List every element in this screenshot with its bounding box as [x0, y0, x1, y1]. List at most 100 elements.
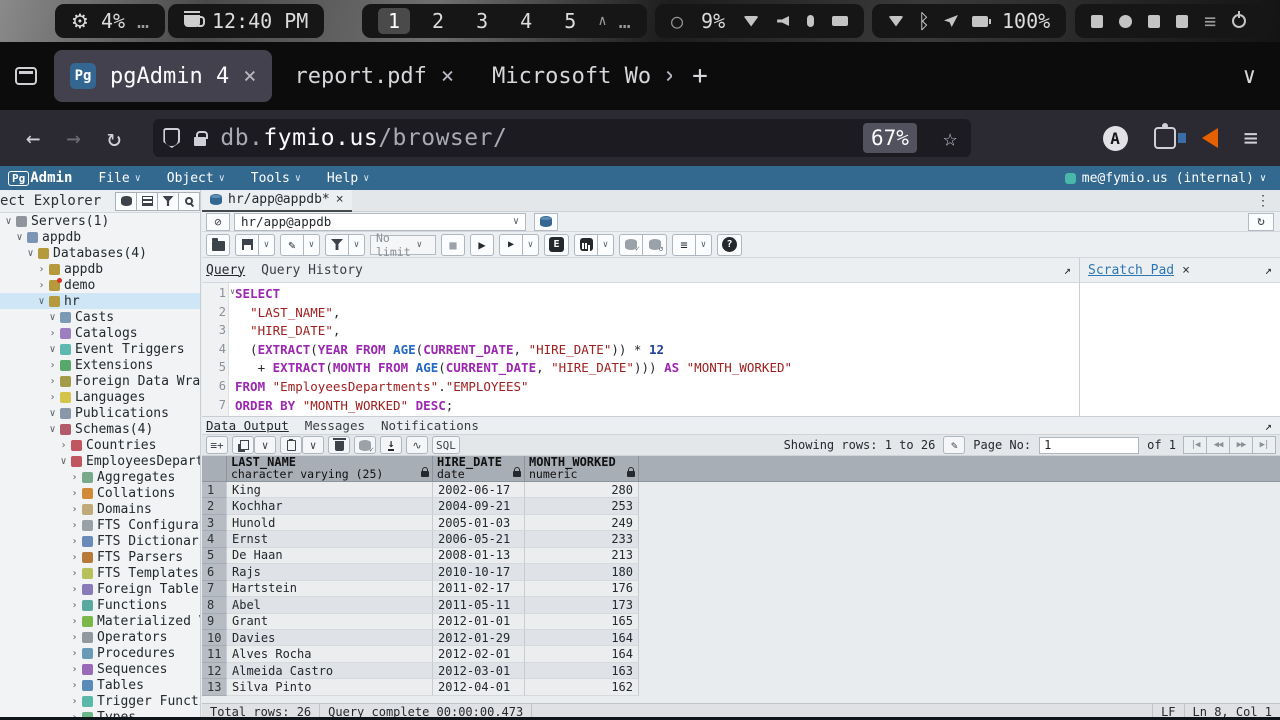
- tree-item-fts-dictionaries[interactable]: ›FTS Dictionaries: [0, 533, 200, 549]
- tab-microsoft-word[interactable]: Microsoft Wo ×: [476, 50, 672, 102]
- filter-dropdown[interactable]: ∨: [349, 234, 365, 256]
- last-name-cell[interactable]: Hunold: [227, 515, 433, 531]
- megaphone-extension-icon[interactable]: [1202, 128, 1218, 148]
- url-bar[interactable]: db.fymio.us/browser/ 67% ☆: [153, 119, 971, 157]
- close-icon[interactable]: ×: [1182, 263, 1190, 278]
- hire-date-cell[interactable]: 2002-06-17: [433, 482, 525, 498]
- month-worked-cell[interactable]: 173: [525, 597, 639, 613]
- filter-button[interactable]: [325, 234, 349, 256]
- close-icon[interactable]: ×: [665, 64, 672, 89]
- workspace-4[interactable]: 4: [510, 8, 542, 34]
- kebab-menu-icon[interactable]: ⋮: [1256, 193, 1270, 209]
- hire-date-cell[interactable]: 2012-04-01: [433, 679, 525, 695]
- close-icon[interactable]: ×: [441, 64, 454, 89]
- menu-tools[interactable]: Tools∨: [251, 171, 301, 186]
- table-row[interactable]: 9Grant2012-01-01165: [202, 614, 1280, 630]
- chevron-down-icon[interactable]: ∨: [57, 456, 70, 467]
- last-name-cell[interactable]: Ernst: [227, 531, 433, 547]
- chevron-right-icon[interactable]: ›: [46, 376, 59, 387]
- tree-item-employeesdepartments[interactable]: ∨EmployeesDepartments: [0, 453, 200, 469]
- tree-item-fts-templates[interactable]: ›FTS Templates: [0, 565, 200, 581]
- row-number-cell[interactable]: 13: [202, 679, 227, 695]
- clock-indicator[interactable]: 12:40 PM: [168, 4, 324, 38]
- chevron-right-icon[interactable]: ›: [57, 440, 70, 451]
- tree-item-foreign-data-wrappers[interactable]: ›Foreign Data Wrappers: [0, 373, 200, 389]
- save-dropdown[interactable]: ∨: [259, 234, 275, 256]
- zoom-level-badge[interactable]: 67%: [863, 123, 917, 153]
- last-name-cell[interactable]: Alves Rocha: [227, 646, 433, 662]
- chevron-down-icon[interactable]: ∨: [46, 408, 59, 419]
- extensions-puzzle-icon[interactable]: [1154, 127, 1176, 149]
- table-row[interactable]: 4Ernst2006-05-21233: [202, 531, 1280, 547]
- last-name-cell[interactable]: Davies: [227, 630, 433, 646]
- table-row[interactable]: 7Hartstein2011-02-17176: [202, 581, 1280, 597]
- tab-query[interactable]: Query: [206, 263, 245, 278]
- last-page-button[interactable]: ▶|: [1252, 436, 1276, 454]
- column-header-hire-date[interactable]: HIRE_DATEdate: [433, 456, 525, 481]
- tree-item-servers-1-[interactable]: ∨Servers(1): [0, 213, 200, 229]
- last-name-cell[interactable]: Kochhar: [227, 498, 433, 514]
- workspace-5[interactable]: 5: [554, 8, 586, 34]
- tab-messages[interactable]: Messages: [305, 418, 365, 433]
- row-number-cell[interactable]: 8: [202, 597, 227, 613]
- more-dots[interactable]: …: [619, 9, 631, 33]
- hire-date-cell[interactable]: 2012-03-01: [433, 663, 525, 679]
- help-button[interactable]: ?: [717, 234, 742, 256]
- sql-button[interactable]: SQL: [432, 436, 460, 454]
- chevron-right-icon[interactable]: ›: [46, 360, 59, 371]
- row-number-cell[interactable]: 6: [202, 564, 227, 580]
- explain-dropdown[interactable]: ∨: [598, 234, 614, 256]
- chevron-right-icon[interactable]: ›: [68, 536, 81, 547]
- month-worked-cell[interactable]: 213: [525, 548, 639, 564]
- table-row[interactable]: 10Davies2012-01-29164: [202, 630, 1280, 646]
- lock-icon[interactable]: [194, 137, 206, 146]
- execute-script-button[interactable]: ▶: [499, 234, 523, 256]
- hire-date-cell[interactable]: 2006-05-21: [433, 531, 525, 547]
- last-name-cell[interactable]: De Haan: [227, 548, 433, 564]
- copy-icon[interactable]: [1176, 15, 1188, 28]
- code-line[interactable]: (EXTRACT(YEAR FROM AGE(CURRENT_DATE, "HI…: [235, 342, 1079, 361]
- edit-range-button[interactable]: ✎: [943, 436, 965, 454]
- reload-button[interactable]: ↻: [107, 124, 121, 152]
- table-row[interactable]: 12Almeida Castro2012-03-01163: [202, 663, 1280, 679]
- workspace-1[interactable]: 1: [378, 8, 410, 34]
- chevron-right-icon[interactable]: ›: [68, 472, 81, 483]
- workspace-2[interactable]: 2: [422, 8, 454, 34]
- hire-date-cell[interactable]: 2005-01-03: [433, 515, 525, 531]
- delete-row-button[interactable]: [328, 436, 350, 454]
- hire-date-cell[interactable]: 2011-05-11: [433, 597, 525, 613]
- execute-dropdown[interactable]: ∨: [523, 234, 539, 256]
- tree-item-procedures[interactable]: ›Procedures: [0, 645, 200, 661]
- firefox-view-button[interactable]: [6, 56, 46, 96]
- row-number-cell[interactable]: 12: [202, 663, 227, 679]
- url-text[interactable]: db.fymio.us/browser/: [220, 125, 507, 151]
- search-button[interactable]: [178, 192, 200, 211]
- editor-code[interactable]: SELECT "LAST_NAME", "HIRE_DATE", (EXTRAC…: [229, 283, 1079, 416]
- row-number-cell[interactable]: 1: [202, 482, 227, 498]
- tab-data-output[interactable]: Data Output: [206, 418, 289, 433]
- commit-button[interactable]: [619, 234, 643, 256]
- last-name-cell[interactable]: Abel: [227, 597, 433, 613]
- chevron-right-icon[interactable]: ›: [46, 328, 59, 339]
- chevron-right-icon[interactable]: ›: [68, 648, 81, 659]
- month-worked-cell[interactable]: 163: [525, 663, 639, 679]
- paste-button[interactable]: [280, 436, 302, 454]
- tree-item-casts[interactable]: ∨Casts: [0, 309, 200, 325]
- month-worked-cell[interactable]: 165: [525, 614, 639, 630]
- scratch-pad-tab[interactable]: Scratch Pad: [1088, 263, 1174, 278]
- bookmark-star-icon[interactable]: ☆: [943, 124, 957, 152]
- filter-button[interactable]: [157, 192, 179, 211]
- tab-report-pdf[interactable]: report.pdf ×: [278, 50, 470, 102]
- save-file-button[interactable]: [235, 234, 259, 256]
- row-number-cell[interactable]: 4: [202, 531, 227, 547]
- code-line[interactable]: "LAST_NAME",: [235, 305, 1079, 324]
- add-row-button[interactable]: ≡+: [206, 436, 228, 454]
- row-number-cell[interactable]: 11: [202, 646, 227, 662]
- menu-help[interactable]: Help∨: [327, 171, 369, 186]
- tree-item-operators[interactable]: ›Operators: [0, 629, 200, 645]
- column-header-month-worked[interactable]: MONTH_WORKEDnumeric: [525, 456, 639, 481]
- copy-dropdown[interactable]: ∨: [254, 436, 276, 454]
- chevron-down-icon[interactable]: ∨: [2, 216, 15, 227]
- menu-icon[interactable]: ≡: [1204, 9, 1216, 33]
- table-row[interactable]: 1King2002-06-17280: [202, 482, 1280, 498]
